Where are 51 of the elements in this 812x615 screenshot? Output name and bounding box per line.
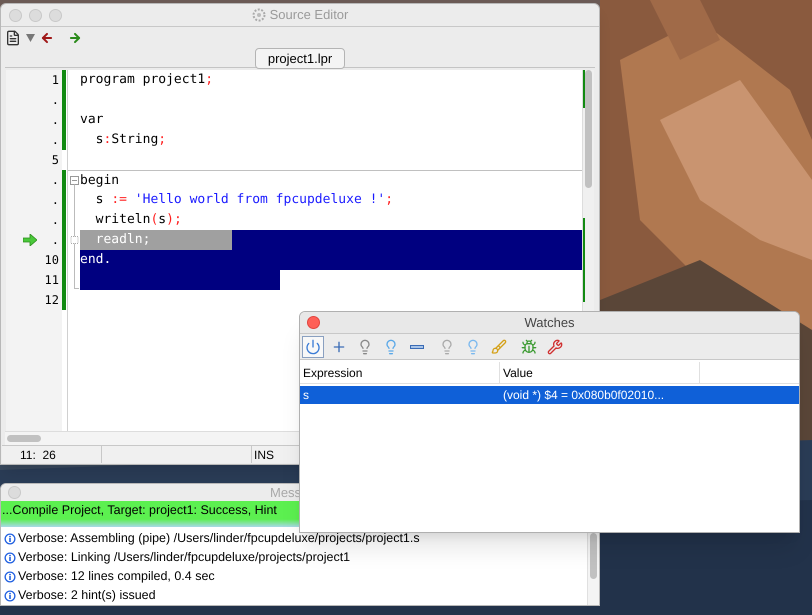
selected-code: readln; xyxy=(80,230,582,250)
code-line: begin xyxy=(80,172,120,190)
dropdown-triangle-icon[interactable] xyxy=(26,34,35,42)
minus-icon xyxy=(410,344,424,348)
power-icon xyxy=(305,338,321,354)
file-tab[interactable]: project1.lpr xyxy=(254,48,346,69)
watch-row[interactable]: s (void *) $4 = 0x080b0f02010... xyxy=(300,386,799,404)
column-header[interactable]: Value xyxy=(500,362,700,383)
info-icon xyxy=(4,532,16,544)
plus-icon xyxy=(331,338,347,354)
line-number: . xyxy=(52,92,60,109)
wrench-icon xyxy=(547,338,563,354)
message-line[interactable]: Verbose: 2 hint(s) issued xyxy=(1,586,587,605)
line-number: . xyxy=(52,232,60,249)
info-icon xyxy=(4,590,16,602)
window-control[interactable] xyxy=(307,316,320,329)
bug-icon xyxy=(521,338,537,354)
gear-icon xyxy=(252,8,266,22)
status-insert-mode: INS xyxy=(253,447,274,463)
line-number: . xyxy=(52,172,60,189)
line-number: 10 xyxy=(44,252,60,269)
column-header[interactable]: Expression xyxy=(300,362,500,383)
table-cell-text: s xyxy=(302,387,310,404)
line-number: . xyxy=(52,132,60,149)
status-cursor-position: 11: 26 xyxy=(2,446,102,463)
code-line: var xyxy=(80,111,104,130)
code-line: s := 'Hello world from fpcupdeluxe !'; xyxy=(94,191,394,210)
execution-arrow-icon xyxy=(23,234,37,246)
window-title: Source Editor xyxy=(270,6,348,24)
message-line[interactable]: Verbose: 12 lines compiled, 0.4 sec xyxy=(1,567,587,586)
window-title: Watches xyxy=(524,314,575,332)
line-number: 5 xyxy=(52,152,60,169)
vertical-scrollbar[interactable] xyxy=(583,70,594,302)
info-icon xyxy=(4,552,16,564)
message-line[interactable]: Verbose: Linking /Users/linder/fpcupdeluxe/projects/project1 xyxy=(1,548,587,567)
broom-icon xyxy=(491,338,507,354)
toolbar-button[interactable] xyxy=(302,336,324,358)
selected-code: end. xyxy=(80,250,582,270)
info-icon xyxy=(4,570,16,582)
code-line: program project1; xyxy=(80,71,214,90)
message-line[interactable]: Verbose: Assembling (pipe) /Users/linder/fpcupdeluxe/projects/project1.s xyxy=(1,529,587,548)
line-number: . xyxy=(52,112,60,129)
line-number: 11 xyxy=(44,272,60,289)
code-line: s:String; xyxy=(94,131,166,150)
code-line: writeln(s); xyxy=(94,211,182,230)
line-number: . xyxy=(52,212,60,229)
line-number: . xyxy=(52,192,60,209)
table-cell-text: (void *) $4 = 0x080b0f02010... xyxy=(502,387,664,404)
line-number: 1 xyxy=(52,72,60,89)
line-number: 12 xyxy=(44,292,60,309)
document-icon[interactable] xyxy=(5,30,21,46)
